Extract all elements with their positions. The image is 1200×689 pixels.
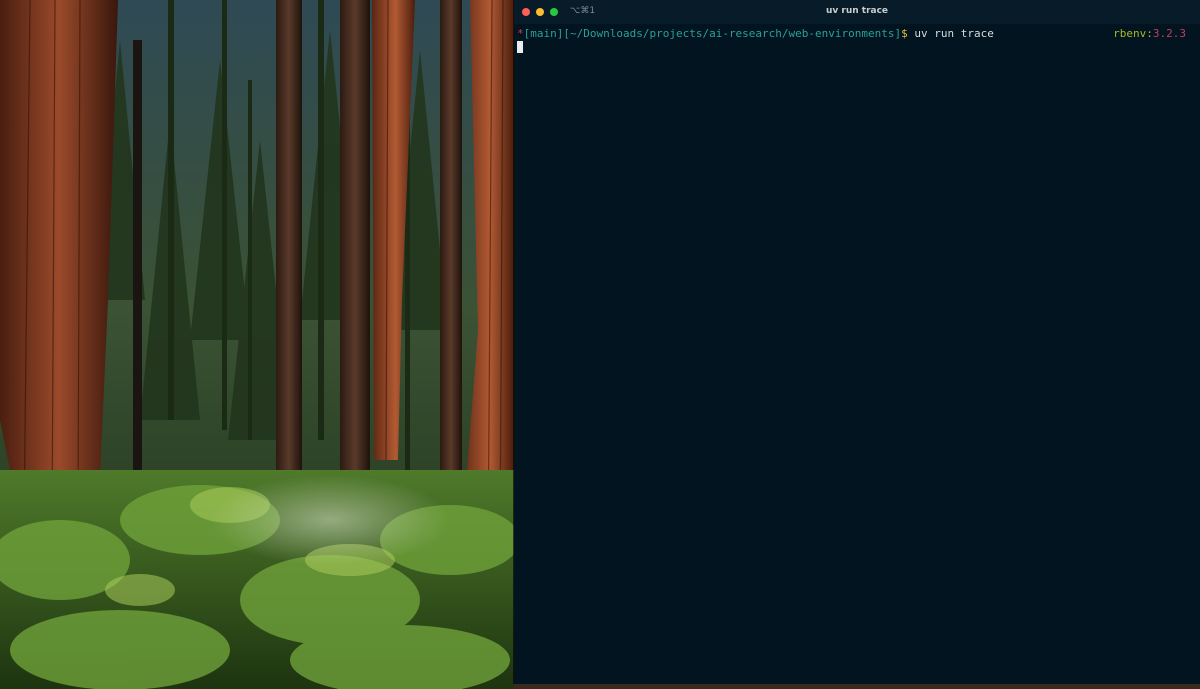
terminal-window[interactable]: ⌥⌘1 uv run trace *[main][~/Downloads/pro… bbox=[514, 0, 1200, 684]
prompt-marker: * bbox=[517, 27, 524, 40]
title-bar[interactable]: ⌥⌘1 uv run trace bbox=[514, 0, 1200, 24]
prompt-symbol: $ bbox=[901, 27, 908, 40]
text-cursor bbox=[517, 41, 523, 53]
prompt-line[interactable]: *[main][~/Downloads/projects/ai-research… bbox=[517, 27, 1197, 41]
rbenv-version: 3.2.3 bbox=[1152, 27, 1186, 40]
window-title: uv run trace bbox=[825, 6, 889, 16]
current-path: [~/Downloads/projects/ai-research/web-en… bbox=[563, 27, 902, 40]
git-branch: main bbox=[530, 27, 557, 40]
rbenv-label: rbenv bbox=[1113, 27, 1147, 40]
rbenv-colon: : bbox=[1146, 27, 1153, 40]
rbenv-indicator: rbenv:3.2.3 bbox=[1113, 27, 1186, 41]
command-text: uv run trace bbox=[907, 27, 994, 40]
